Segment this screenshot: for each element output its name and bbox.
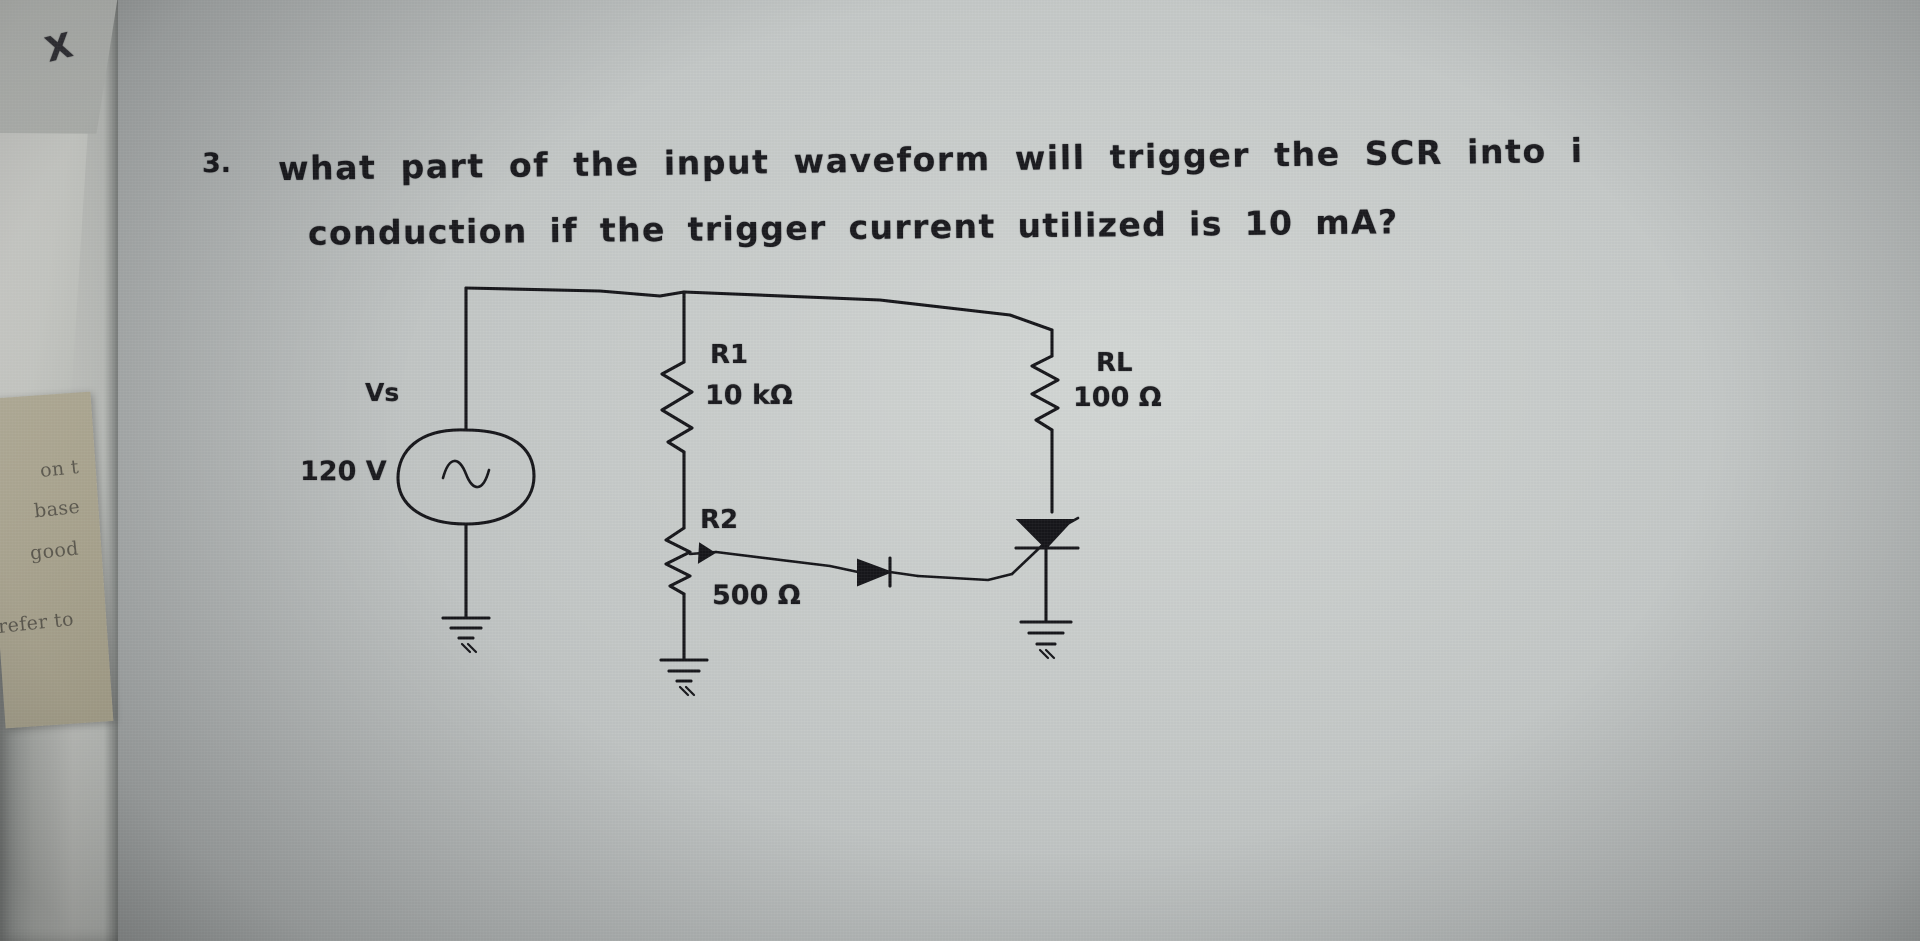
label-rl-name: RL [1096, 348, 1133, 378]
circuit-diagram [396, 286, 1080, 697]
label-source-name: Vs [365, 378, 400, 407]
label-r1-value: 10 kΩ [705, 380, 793, 411]
label-r2-value: 500 Ω [712, 580, 801, 611]
photo-page: on t base good refer to X 3. what part o… [0, 0, 1920, 941]
label-source-value: 120 V [300, 456, 387, 487]
label-rl-value: 100 Ω [1073, 382, 1162, 413]
label-r2-name: R2 [700, 505, 739, 535]
label-r1-name: R1 [710, 340, 749, 370]
